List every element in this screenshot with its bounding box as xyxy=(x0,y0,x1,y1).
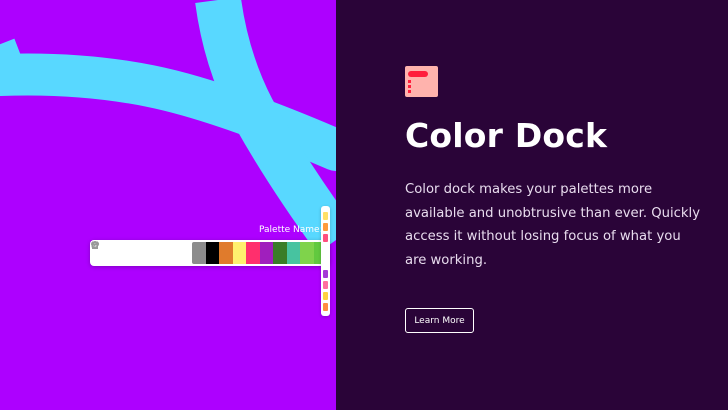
color-swatch[interactable] xyxy=(273,242,287,264)
color-dock xyxy=(90,240,330,266)
color-swatch[interactable] xyxy=(300,242,314,264)
lock-icon[interactable] xyxy=(92,241,156,263)
color-dock-logo xyxy=(405,66,438,97)
feature-panel: Color Dock Color dock makes your palette… xyxy=(336,0,728,410)
copy-icon[interactable] xyxy=(92,241,176,263)
color-swatch[interactable] xyxy=(192,242,206,264)
dock-toolbar xyxy=(90,241,196,263)
side-color-chip[interactable] xyxy=(323,234,328,242)
side-color-chip[interactable] xyxy=(323,303,328,311)
page-title: Color Dock xyxy=(405,116,608,155)
side-color-chip[interactable] xyxy=(323,281,328,289)
palette-swatches xyxy=(192,242,327,264)
side-color-chip[interactable] xyxy=(323,223,328,231)
color-swatch[interactable] xyxy=(232,242,246,264)
side-color-chip[interactable] xyxy=(323,270,328,278)
paint-canvas: Palette Name: xyxy=(0,0,336,410)
color-swatch[interactable] xyxy=(219,242,233,264)
feature-description: Color dock makes your palettes more avai… xyxy=(405,182,701,268)
trash-icon[interactable] xyxy=(92,241,136,263)
color-swatch[interactable] xyxy=(259,242,273,264)
palette-name-label: Palette Name: xyxy=(259,225,323,235)
learn-more-button[interactable]: Learn More xyxy=(405,308,474,333)
color-swatch[interactable] xyxy=(246,242,260,264)
palette-side-strip[interactable] xyxy=(321,206,330,316)
side-color-chip[interactable] xyxy=(323,292,328,300)
color-swatch[interactable] xyxy=(286,242,300,264)
brush-strokes xyxy=(0,0,336,254)
side-color-chip[interactable] xyxy=(323,212,328,220)
color-swatch[interactable] xyxy=(205,242,219,264)
